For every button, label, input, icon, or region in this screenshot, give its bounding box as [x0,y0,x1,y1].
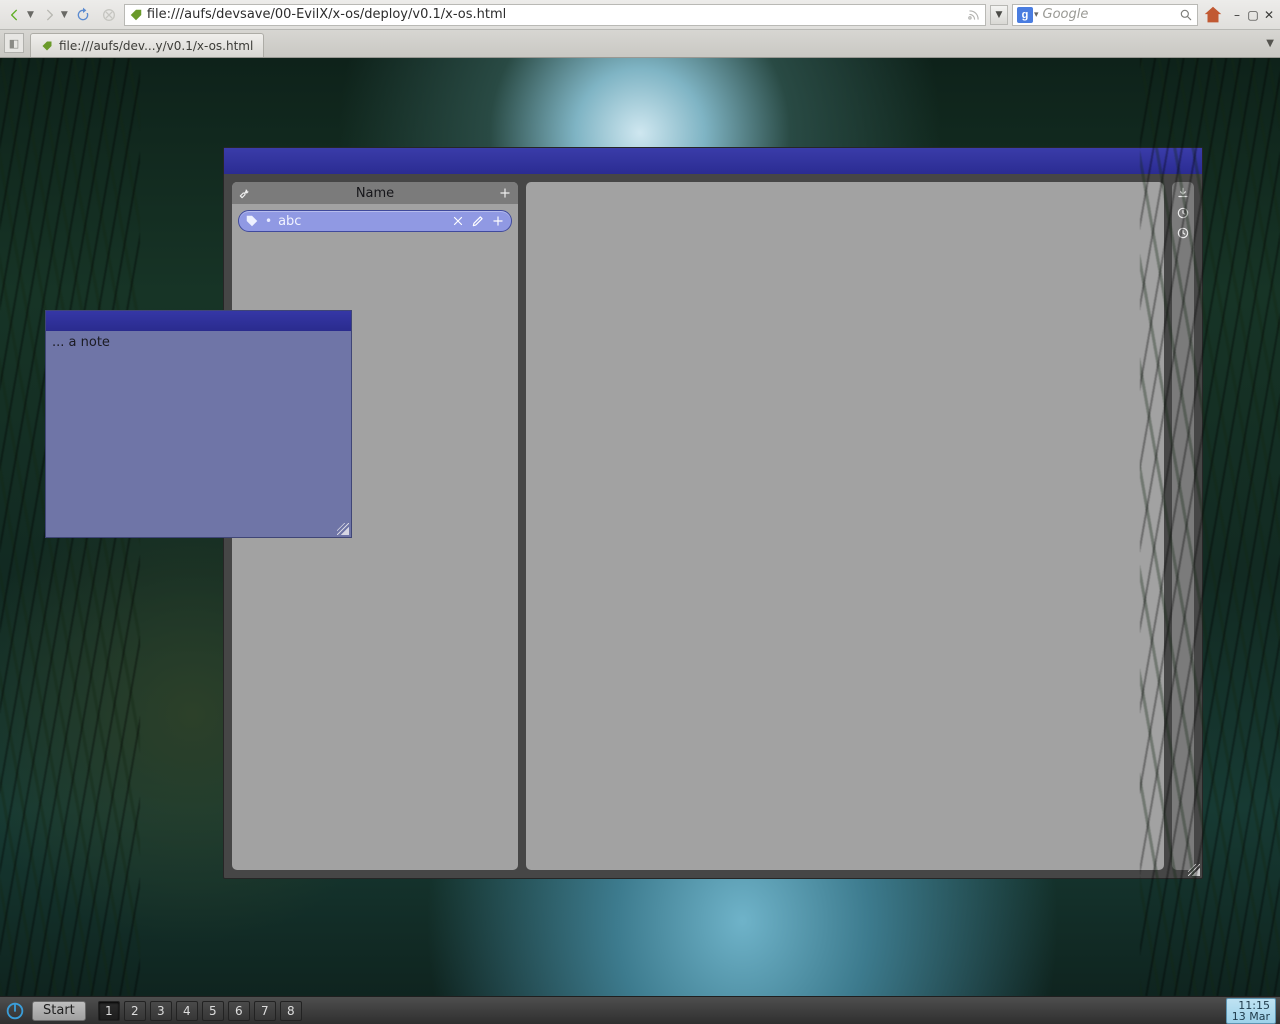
clock-time: 11:15 [1232,1000,1270,1011]
feed-icon[interactable] [967,8,981,22]
plus-icon[interactable] [498,186,512,200]
workspace-button[interactable]: 8 [280,1001,302,1021]
side-rail [1172,182,1194,870]
workspace-button[interactable]: 1 [98,1001,120,1021]
google-engine-icon[interactable]: g [1017,7,1033,23]
plus-icon[interactable] [491,214,505,228]
note-text: ... a note [52,335,110,350]
clock[interactable]: 11:15 13 Mar [1226,998,1276,1024]
workspace-button[interactable]: 4 [176,1001,198,1021]
url-history-dropdown[interactable]: ▼ [990,5,1008,25]
list-item[interactable]: • abc [238,210,512,232]
list-item-bullet: • [265,214,272,228]
back-button[interactable] [4,4,26,26]
search-submit-icon[interactable] [1179,8,1193,22]
clock-icon[interactable] [1176,226,1190,240]
browser-tab-strip: ◧ file:///aufs/dev...y/v0.1/x-os.html ▼ [0,30,1280,58]
browser-tab[interactable]: file:///aufs/dev...y/v0.1/x-os.html [30,33,264,57]
resize-handle[interactable] [337,523,349,535]
workspace-button[interactable]: 5 [202,1001,224,1021]
forward-button[interactable] [38,4,60,26]
forward-history-dropdown[interactable]: ▼ [61,10,68,20]
reload-button[interactable] [72,4,94,26]
close-button[interactable]: ✕ [1262,8,1276,22]
left-pane-header: Name [232,182,518,204]
wrench-icon[interactable] [238,186,252,200]
list-item-label: abc [278,214,301,229]
power-icon[interactable] [4,1000,26,1022]
clock-icon[interactable] [1176,206,1190,220]
workspace-button[interactable]: 6 [228,1001,250,1021]
sidebar-toggle-button[interactable]: ◧ [4,33,24,53]
url-bar[interactable]: file:///aufs/devsave/00-EvilX/x-os/deplo… [124,4,986,26]
tabs-overflow-dropdown[interactable]: ▼ [1266,38,1274,49]
maximize-button[interactable]: ▢ [1246,8,1260,22]
note-titlebar[interactable] [46,311,351,331]
desktop-area: Name • abc [0,58,1280,996]
browser-toolbar: ▼ ▼ file:///aufs/devsave/00-EvilX/x-os/d… [0,0,1280,30]
workspace-button[interactable]: 2 [124,1001,146,1021]
note-body[interactable]: ... a note [46,331,351,537]
url-text[interactable]: file:///aufs/devsave/00-EvilX/x-os/deplo… [147,7,963,22]
home-button[interactable] [1202,4,1224,26]
left-pane-list: • abc [232,204,518,238]
left-pane-title: Name [356,186,394,201]
right-pane [526,182,1164,870]
stop-button[interactable] [98,4,120,26]
start-button[interactable]: Start [32,1001,86,1021]
taskbar: Start 12345678 11:15 13 Mar [0,996,1280,1024]
clock-date: 13 Mar [1232,1011,1270,1022]
search-box[interactable]: g ▾ Google [1012,4,1198,26]
page-tag-icon [129,8,143,22]
window-controls: – ▢ ✕ [1230,8,1276,22]
minimize-button[interactable]: – [1230,8,1244,22]
note-window: ... a note [45,310,352,538]
close-icon[interactable] [451,214,465,228]
workspace-button[interactable]: 3 [150,1001,172,1021]
app-titlebar[interactable] [224,148,1202,174]
tab-favicon [41,40,53,52]
tab-label: file:///aufs/dev...y/v0.1/x-os.html [59,39,253,53]
system-tray: 11:15 13 Mar [1226,998,1276,1024]
app-window: Name • abc [223,147,1203,879]
search-engine-dropdown[interactable]: ▾ [1034,10,1039,20]
pencil-icon[interactable] [471,214,485,228]
resize-handle[interactable] [1188,864,1200,876]
tag-icon [245,214,259,228]
workspace-switcher: 12345678 [98,1001,302,1021]
workspace-button[interactable]: 7 [254,1001,276,1021]
search-placeholder: Google [1043,7,1175,22]
back-history-dropdown[interactable]: ▼ [27,10,34,20]
start-label: Start [43,1003,75,1018]
download-icon[interactable] [1176,186,1190,200]
